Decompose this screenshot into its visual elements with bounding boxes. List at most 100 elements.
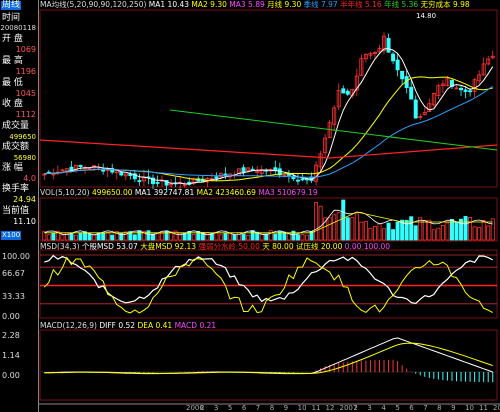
- volume-bar: [449, 218, 454, 241]
- volume-bar: [173, 230, 178, 241]
- candle-body: [463, 89, 468, 92]
- volume-bar: [409, 216, 414, 241]
- price-panel: 14.80: [39, 12, 498, 193]
- volume-bar: [431, 229, 436, 241]
- macd-panel: [40, 337, 497, 383]
- volume-bar: [78, 232, 83, 241]
- candle-body: [386, 37, 391, 53]
- volume-bar: [418, 217, 423, 241]
- candle-body: [119, 172, 124, 176]
- candle-body: [395, 59, 400, 71]
- volume-panel: [42, 199, 495, 241]
- volume-bar: [413, 225, 418, 241]
- volume-bar: [241, 233, 246, 241]
- time-axis-label: 9: [451, 404, 455, 412]
- candle-body: [137, 180, 142, 182]
- time-axis-label: 3: [214, 404, 218, 412]
- volume-bar: [332, 214, 337, 241]
- candle-body: [128, 173, 133, 177]
- volume-bar: [282, 231, 287, 241]
- msd-panel: [40, 254, 497, 314]
- volume-bar: [318, 205, 323, 241]
- time-axis-label: 10: [298, 404, 307, 412]
- macd-diff-line: [44, 337, 493, 375]
- volume-bar: [246, 234, 251, 241]
- volume-bar: [481, 220, 486, 241]
- volume-bar: [368, 227, 373, 241]
- volume-bar: [92, 234, 97, 241]
- volume-bar: [214, 231, 219, 241]
- panel-border: [39, 329, 498, 401]
- volume-bar: [404, 219, 409, 241]
- volume-bar: [259, 233, 264, 241]
- volume-bar: [191, 233, 196, 241]
- candle-body: [300, 178, 305, 181]
- volume-bar: [273, 233, 278, 241]
- time-axis-label: 7: [256, 404, 260, 412]
- volume-bar: [336, 212, 341, 241]
- peak-price-label: 14.80: [416, 12, 436, 20]
- volume-bar: [250, 230, 255, 241]
- time-axis-label: 2: [353, 404, 357, 412]
- volume-bar: [422, 220, 427, 241]
- ma2-line: [44, 76, 493, 182]
- volume-bar: [341, 199, 346, 241]
- time-axis-label: 7: [423, 404, 427, 412]
- volume-bar: [73, 234, 78, 241]
- candle-body: [345, 90, 350, 95]
- volume-bar: [160, 232, 165, 241]
- candle-body: [78, 164, 83, 168]
- volume-bar: [363, 221, 368, 241]
- volume-bar: [463, 216, 468, 241]
- volume-bar: [382, 228, 387, 241]
- time-axis-label: 11: [312, 404, 321, 412]
- candle-body: [459, 87, 464, 91]
- time-axis-label: 2: [200, 404, 204, 412]
- volume-bar: [472, 226, 477, 241]
- volume-bar: [468, 217, 473, 241]
- volume-bar: [345, 217, 350, 241]
- volume-bar: [60, 234, 65, 241]
- time-axis-label: 5: [228, 404, 232, 412]
- volume-bar: [51, 232, 56, 241]
- volume-bar: [350, 217, 355, 241]
- volume-bar: [295, 234, 300, 241]
- year-line: [169, 109, 498, 151]
- time-axis-label: 8: [437, 404, 441, 412]
- volume-bar: [300, 234, 305, 241]
- volume-bar: [391, 229, 396, 241]
- time-axis-label: 5: [395, 404, 399, 412]
- time-axis-label: 4: [381, 404, 386, 412]
- volume-bar: [386, 222, 391, 241]
- volume-bar: [395, 221, 400, 241]
- volume-bar: [477, 227, 482, 241]
- candle-body: [409, 86, 414, 100]
- candle-body: [286, 173, 291, 176]
- volume-bar: [354, 213, 359, 241]
- candle-body: [391, 53, 396, 62]
- volume-bar: [228, 232, 232, 241]
- time-axis-label: 2008: [493, 404, 500, 412]
- half-year-line: [39, 139, 498, 159]
- panel-border: [39, 9, 498, 188]
- ma1-line: [44, 48, 494, 185]
- volume-bar: [182, 232, 187, 241]
- volume-bar: [268, 230, 273, 241]
- volume-bar: [155, 233, 160, 241]
- volume-bar: [223, 232, 228, 241]
- stock-chart-canvas[interactable]: 14.80 20062 3 5 6 7 8 9 10 11 12 20072 3 4 5 6 7 8 9 10 11 2…: [0, 0, 500, 412]
- time-axis-label: 12: [326, 404, 335, 412]
- volume-bar: [372, 226, 377, 241]
- time-axis-label: 11: [479, 404, 488, 412]
- volume-bar: [454, 221, 459, 241]
- volume-bar: [445, 222, 450, 241]
- candle-body: [413, 99, 418, 119]
- panel-border: [39, 197, 498, 242]
- volume-bar: [305, 234, 309, 241]
- candle-body: [214, 176, 219, 179]
- volume-bar: [101, 232, 106, 241]
- time-axis-label: 3: [367, 404, 371, 412]
- candle-body: [223, 173, 228, 176]
- volume-bar: [232, 234, 237, 241]
- volume-bar: [218, 234, 223, 241]
